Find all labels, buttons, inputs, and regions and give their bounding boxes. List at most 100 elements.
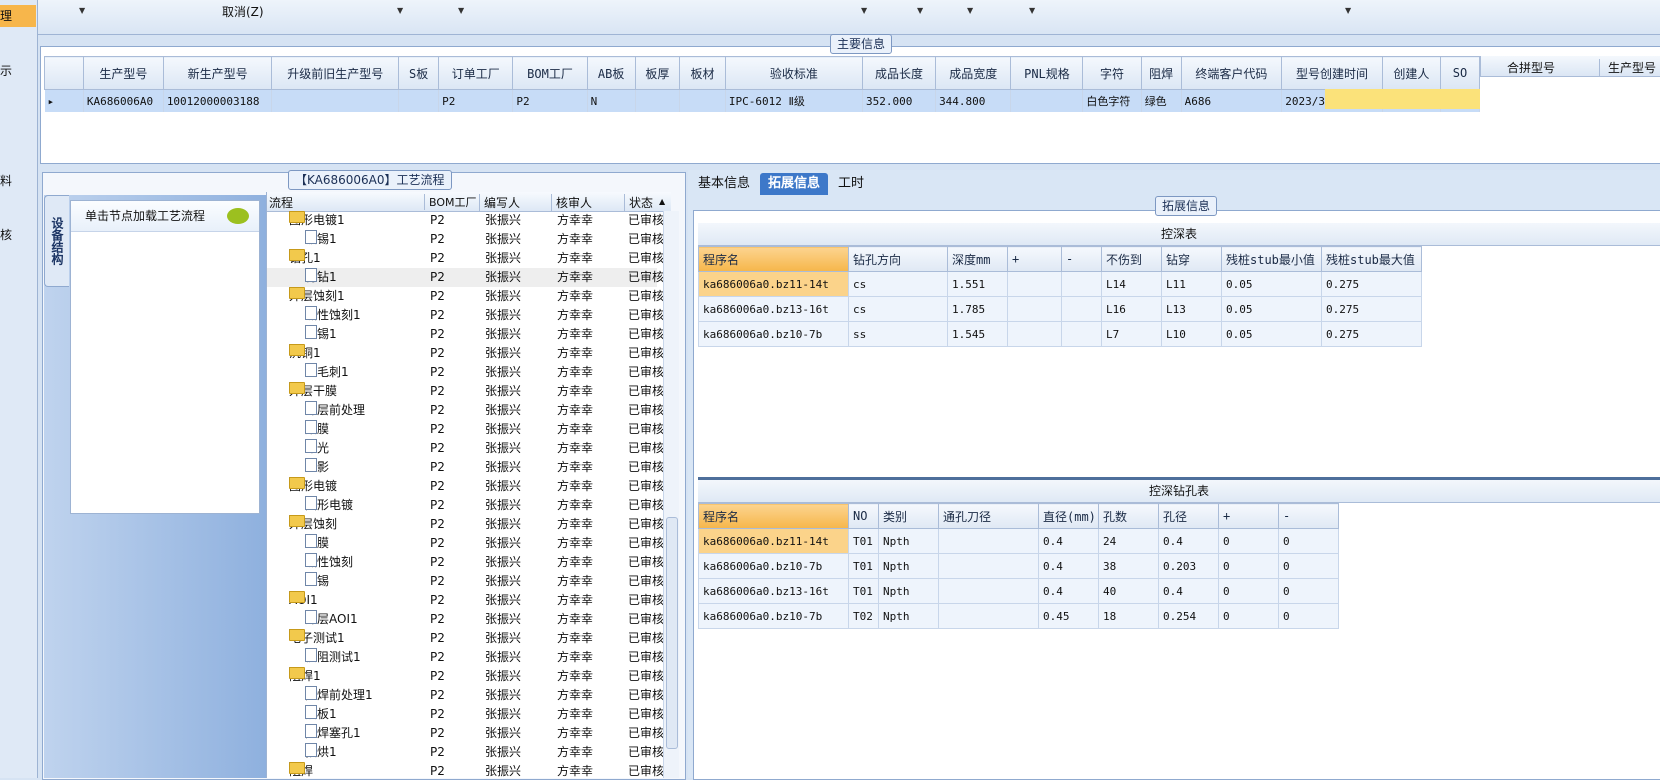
tree-row[interactable]: −外层干膜 P2 张振兴 方幸幸 已审核 (267, 382, 664, 401)
col-bom[interactable]: BOM工厂 (424, 194, 477, 210)
main-cell-6[interactable]: N (587, 89, 636, 112)
tree-row[interactable]: −阻焊1 P2 张振兴 方幸幸 已审核 (267, 667, 664, 686)
drill_table-col-2[interactable]: 类别 (878, 503, 939, 529)
main-cell-1[interactable]: 10012000003188 (163, 89, 273, 112)
depth_table-cell[interactable]: cs (848, 271, 948, 297)
col-flow[interactable]: 流程 (269, 194, 293, 211)
tree-node-name[interactable]: 退锡 (305, 572, 329, 591)
tree-node-name[interactable]: −钻孔1 (289, 249, 321, 268)
drill_table-cell[interactable]: 0.4 (1158, 528, 1219, 554)
table-row[interactable]: ka686006a0.bz13-16t T01 Npth 0.4 40 0.4 0 0 (698, 578, 1339, 604)
depth_table-cell[interactable]: L10 (1161, 321, 1222, 347)
drill_table-cell[interactable]: 0 (1218, 528, 1279, 554)
drill_table-cell[interactable]: 18 (1098, 603, 1159, 629)
tree-row[interactable]: −阻焊 P2 张振兴 方幸幸 已审核 (267, 762, 664, 778)
tree-node-name[interactable]: 阻焊前处理1 (305, 686, 373, 705)
table-row[interactable]: ka686006a0.bz11-14t T01 Npth 0.4 24 0.4 0 0 (698, 528, 1339, 554)
main-col-8[interactable]: 板材 (679, 56, 726, 90)
depth_table-cell[interactable]: L14 (1101, 271, 1162, 297)
drill_table-cell[interactable]: ka686006a0.bz11-14t (698, 528, 849, 554)
row-indicator-icon[interactable]: ▸ (44, 89, 84, 112)
main-col-1[interactable]: 新生产型号 (162, 56, 273, 90)
depth_table-col-1[interactable]: 钻孔方向 (848, 246, 948, 272)
drill_table-cell[interactable]: ka686006a0.bz10-7b (698, 603, 849, 629)
tree-row[interactable]: −钻孔1 P2 张振兴 方幸幸 已审核 (267, 249, 664, 268)
nav-item-3[interactable]: 核 (0, 226, 36, 243)
main-cell-5[interactable]: P2 (512, 89, 588, 112)
tree-node-name[interactable]: −图形电镀 (289, 477, 337, 496)
production-model-header[interactable]: 生产型号 (1599, 59, 1656, 76)
dropdown-arrow-icon[interactable]: ▼ (1345, 6, 1351, 15)
main-col-13[interactable]: 字符 (1082, 56, 1142, 90)
main-cell-0[interactable]: KA686006A0 (83, 89, 164, 112)
drill_table-cell[interactable]: 0 (1218, 603, 1279, 629)
tree-node-name[interactable]: 去毛刺1 (305, 363, 349, 382)
drill_table-cell[interactable] (938, 578, 1039, 604)
load-hint-header[interactable]: 单击节点加载工艺流程 (71, 201, 259, 232)
tree-node-name[interactable]: 曝光 (305, 439, 329, 458)
dropdown-arrow-icon[interactable]: ▼ (397, 6, 403, 15)
main-cell-13[interactable]: 白色字符 (1082, 89, 1142, 112)
dropdown-arrow-icon[interactable]: ▼ (861, 6, 867, 15)
tree-node-name[interactable]: 显影 (305, 458, 329, 477)
main-col-18[interactable]: SO (1440, 56, 1480, 90)
tree-row[interactable]: 外层AOI1 P2 张振兴 方幸幸 已审核 (267, 610, 664, 629)
drill_table-cell[interactable]: 0.45 (1038, 603, 1099, 629)
tree-row[interactable]: 退锡1 P2 张振兴 方幸幸 已审核 (267, 325, 664, 344)
drill_table-cell[interactable]: 0 (1278, 603, 1339, 629)
depth_table-col-8[interactable]: 残桩stub最大值 (1321, 246, 1422, 272)
drill_table-cell[interactable]: T01 (848, 578, 879, 604)
drill_table-cell[interactable] (938, 603, 1039, 629)
col-status[interactable]: 状态 (624, 194, 653, 211)
depth_table-cell[interactable]: ka686006a0.bz11-14t (698, 271, 849, 297)
drill_table-cell[interactable]: Npth (878, 553, 939, 579)
depth_table-cell[interactable]: L13 (1161, 296, 1222, 322)
drill_table-cell[interactable] (938, 528, 1039, 554)
depth_table-cell[interactable]: 1.545 (947, 321, 1008, 347)
main-col-10[interactable]: 成品长度 (861, 56, 937, 90)
depth_table-col-3[interactable]: + (1007, 246, 1062, 272)
table-row[interactable]: ka686006a0.bz13-16t cs 1.785 L16 L13 0.05 0.27… (698, 296, 1422, 322)
drill_table-col-8[interactable]: - (1278, 503, 1339, 529)
depth_table-col-2[interactable]: 深度mm (947, 246, 1008, 272)
tree-node-name[interactable]: −图形电镀1 (289, 211, 345, 230)
tree-row[interactable]: 碱性蚀刻 P2 张振兴 方幸幸 已审核 (267, 553, 664, 572)
drill_table-col-1[interactable]: NO (848, 503, 879, 529)
tree-row[interactable]: −图形电镀 P2 张振兴 方幸幸 已审核 (267, 477, 664, 496)
tree-node-name[interactable]: −AOI1 (289, 591, 318, 610)
tree-node-name[interactable]: −电子测试1 (289, 629, 345, 648)
table-row[interactable]: ka686006a0.bz10-7b ss 1.545 L7 L10 0.05 0.275 (698, 321, 1422, 347)
main-col-7[interactable]: 板厚 (634, 56, 681, 90)
tree-row[interactable]: 外层前处理 P2 张振兴 方幸幸 已审核 (267, 401, 664, 420)
drill_table-col-0[interactable]: 程序名 (698, 503, 849, 529)
tree-row[interactable]: −AOI1 P2 张振兴 方幸幸 已审核 (267, 591, 664, 610)
drill_table-cell[interactable]: 0 (1278, 578, 1339, 604)
drill_table-cell[interactable]: T02 (848, 603, 879, 629)
drill_table-cell[interactable]: T01 (848, 553, 879, 579)
col-reviewer[interactable]: 核审人 (551, 194, 592, 211)
tree-row[interactable]: 图形电镀 P2 张振兴 方幸幸 已审核 (267, 496, 664, 515)
tree-node-name[interactable]: 外层AOI1 (305, 610, 358, 629)
table-row[interactable]: ka686006a0.bz10-7b T02 Npth 0.45 18 0.254 0 0 (698, 603, 1339, 629)
tree-row[interactable]: −外层蚀刻 P2 张振兴 方幸幸 已审核 (267, 515, 664, 534)
dropdown-arrow-icon[interactable]: ▼ (79, 6, 85, 15)
depth_table-cell[interactable]: ss (848, 321, 948, 347)
drill_table-col-7[interactable]: + (1218, 503, 1279, 529)
tree-row[interactable]: 贴膜 P2 张振兴 方幸幸 已审核 (267, 420, 664, 439)
main-cell-14[interactable]: 绿色 (1141, 89, 1182, 112)
tree-row[interactable]: 阻焊塞孔1 P2 张振兴 方幸幸 已审核 (267, 724, 664, 743)
tree-node-name[interactable]: −阻焊 (289, 762, 313, 778)
tree-node-name[interactable]: 退锡1 (305, 325, 337, 344)
drill_table-cell[interactable] (938, 553, 1039, 579)
tree-row[interactable]: −沉铜1 P2 张振兴 方幸幸 已审核 (267, 344, 664, 363)
main-col-9[interactable]: 验收标准 (724, 56, 863, 90)
drill_table-cell[interactable]: 0 (1218, 553, 1279, 579)
main-cell-7[interactable] (635, 89, 681, 112)
depth_table-cell[interactable]: 1.785 (947, 296, 1008, 322)
table-row[interactable]: ka686006a0.bz10-7b T01 Npth 0.4 38 0.203 0 0 (698, 553, 1339, 579)
main-cell-2[interactable] (271, 89, 400, 112)
tab-work-hours[interactable]: 工时 (830, 173, 872, 195)
equipment-structure-tab[interactable]: 设备结构 (44, 195, 69, 287)
tree-row[interactable]: 碱性蚀刻1 P2 张振兴 方幸幸 已审核 (267, 306, 664, 325)
main-cell-10[interactable]: 352.000 (862, 89, 937, 112)
